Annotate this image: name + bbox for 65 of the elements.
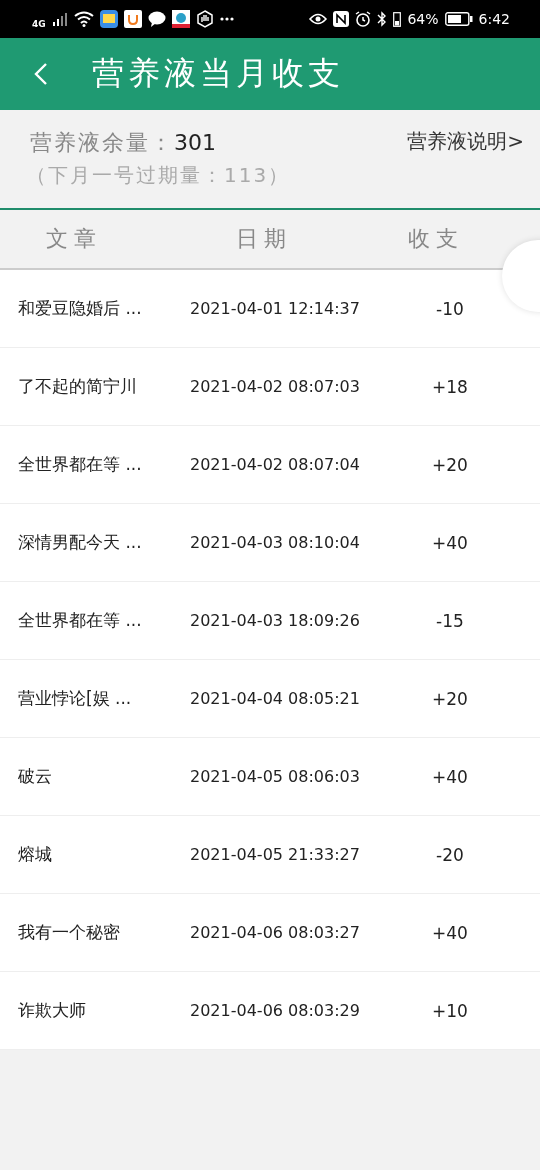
more-icon [219,17,234,21]
table-cell-text: 全世界都在等 ... [17,453,143,476]
expiry-note: （下月一号过期量：113） [26,162,291,189]
bluetooth-icon [377,11,388,27]
table-cell-text: 2021-04-04 08:05:21 [190,689,361,708]
table-cell-text: +20 [431,454,469,475]
transaction-row[interactable]: 全世界都在等 ... 2021-04-02 08:07:04 +20 [0,426,540,504]
table-cell-text: -20 [435,844,465,865]
app-icon [99,10,118,28]
alarm-icon [355,11,372,27]
app-icon [123,10,142,28]
transaction-row[interactable]: 熔城 2021-04-05 21:33:27 -20 [0,816,540,894]
column-header: 收支 [407,225,465,253]
table-cell-text: 2021-04-03 08:10:04 [190,533,361,552]
table-cell-text: +40 [431,922,469,943]
transaction-row[interactable]: 全世界都在等 ... 2021-04-03 18:09:26 -15 [0,582,540,660]
table-cell-text: 破云 [17,765,53,788]
table-cell-text: 诈欺大师 [17,999,87,1022]
column-header: 文章 [45,225,103,253]
page-title: 营养液当月收支 [92,53,344,94]
table-cell-text: 2021-04-06 08:03:29 [190,1001,361,1020]
battery-icon [444,12,473,26]
battery-small-icon [393,11,402,27]
table-cell-text: 熔城 [17,843,53,866]
table-cell-text: 2021-04-05 08:06:03 [190,767,361,786]
table-cell-text: 2021-04-06 08:03:27 [190,923,361,942]
table-cell-text: -10 [435,298,465,319]
signal-icon [51,12,68,26]
table-cell-text: 了不起的简宁川 [17,375,138,398]
network-label: 4G [32,19,46,29]
table-cell-text: 我有一个秘密 [17,921,121,944]
table-cell-text: -15 [435,610,465,631]
battery-percent: 64% [407,11,439,27]
table-cell-text: +10 [431,1000,469,1021]
table-cell-text: 和爱豆隐婚后 ... [17,297,143,320]
transaction-row[interactable]: 营业悖论[娱 ... 2021-04-04 08:05:21 +20 [0,660,540,738]
table-cell-text: 深情男配今天 ... [17,531,143,554]
back-icon [34,62,48,86]
column-header: 日期 [236,225,293,253]
eye-icon [309,13,328,25]
table-cell-text: 营业悖论[娱 ... [17,687,133,710]
info-link[interactable]: 营养液说明> [407,128,524,208]
transaction-row[interactable]: 了不起的简宁川 2021-04-02 08:07:03 +18 [0,348,540,426]
table-cell-text: 2021-04-02 08:07:04 [190,455,361,474]
transaction-row[interactable]: 诈欺大师 2021-04-06 08:03:29 +10 [0,972,540,1050]
balance-label: 营养液余量： [30,129,174,157]
app-icon [171,10,190,28]
transaction-row[interactable]: 我有一个秘密 2021-04-06 08:03:27 +40 [0,894,540,972]
table-cell-text: 全世界都在等 ... [17,609,143,632]
table-cell-text: 2021-04-03 18:09:26 [190,611,361,630]
balance-value: 301 [174,130,216,155]
table-cell-text: +40 [431,766,469,787]
wifi-icon [73,11,94,27]
table-cell-text: +18 [431,376,469,397]
transaction-row[interactable]: 深情男配今天 ... 2021-04-03 08:10:04 +40 [0,504,540,582]
transaction-row[interactable]: 和爱豆隐婚后 ... 2021-04-01 12:14:37 -10 [0,270,540,348]
transaction-row[interactable]: 破云 2021-04-05 08:06:03 +40 [0,738,540,816]
table-cell-text: +20 [431,688,469,709]
table-cell-text: +40 [431,532,469,553]
table-cell-text: 2021-04-01 12:14:37 [190,299,361,318]
clock-time: 6:42 [478,11,510,27]
table-cell-text: 2021-04-02 08:07:03 [190,377,361,396]
nfc-icon [333,11,350,27]
table-cell-text: 2021-04-05 21:33:27 [190,845,361,864]
chat-bubble-icon [147,11,166,27]
